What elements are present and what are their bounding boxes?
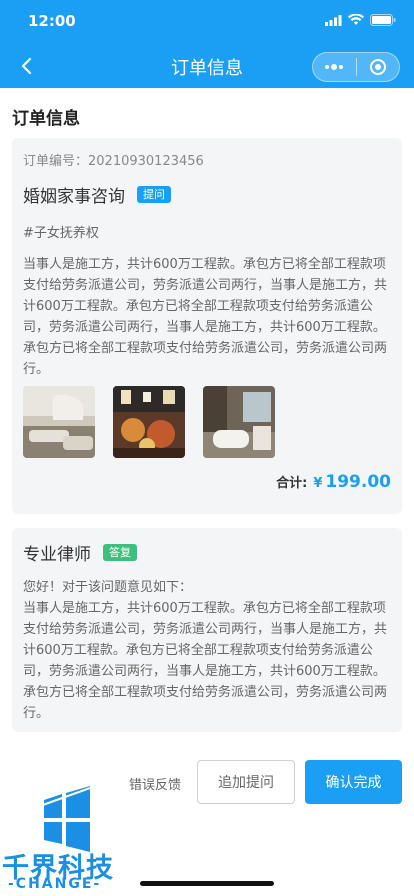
target-circle-icon: [369, 59, 386, 75]
attachment-image-1[interactable]: [23, 386, 95, 458]
more-button[interactable]: [313, 53, 356, 81]
order-card: 订单编号：20210930123456 婚姻家事咨询 提问 #子女抚养权 当事人…: [12, 138, 402, 514]
order-category: 婚姻家事咨询: [23, 187, 125, 207]
error-feedback-link[interactable]: 错误反馈: [129, 774, 181, 793]
more-dots-icon: [325, 64, 344, 70]
system-icons: [325, 14, 396, 26]
order-category-row: 婚姻家事咨询 提问: [23, 182, 171, 207]
nav-bar: 订单信息: [0, 44, 414, 88]
question-badge: 提问: [137, 186, 171, 203]
battery-icon: [370, 14, 396, 26]
answer-content: 当事人是施工方，共计600万工程款。承包方已将全部工程款项支付给劳务派遣公司，劳…: [23, 601, 388, 721]
answer-header: 专业律师 答复: [23, 540, 137, 565]
section-title: 订单信息: [12, 109, 80, 129]
status-bar: 12:00: [0, 0, 414, 44]
topic-tag: #子女抚养权: [23, 226, 99, 241]
answer-greeting: 您好！对于该问题意见如下：: [23, 580, 193, 595]
attachment-image-3[interactable]: [203, 386, 275, 458]
wifi-icon: [348, 14, 364, 25]
mini-program-capsule: [312, 52, 400, 82]
answer-card: 专业律师 答复 您好！对于该问题意见如下： 当事人是施工方，共计600万工程款。…: [12, 528, 402, 732]
close-mini-program-button[interactable]: [357, 53, 400, 81]
confirm-complete-button[interactable]: 确认完成: [305, 760, 402, 804]
status-time: 12:00: [28, 12, 76, 30]
action-bar: 错误反馈 追加提问 确认完成: [0, 760, 414, 804]
attachment-image-2[interactable]: [113, 386, 185, 458]
logo-subtext: -CHANGE-: [8, 876, 102, 892]
question-content: 当事人是施工方，共计600万工程款。承包方已将全部工程款项支付给劳务派遣公司，劳…: [23, 257, 388, 377]
order-total: 合计: ¥ 199.00: [276, 472, 391, 492]
answer-author: 专业律师: [23, 545, 91, 565]
attachment-images: [23, 386, 275, 458]
answer-badge: 答复: [103, 544, 137, 561]
order-number: 订单编号：20210930123456: [23, 154, 204, 169]
signal-icon: [325, 14, 342, 26]
home-indicator: [140, 881, 274, 886]
add-question-button[interactable]: 追加提问: [197, 760, 295, 804]
total-label: 合计:: [276, 476, 308, 491]
total-amount: 199.00: [325, 472, 391, 492]
currency-symbol: ¥: [313, 476, 323, 491]
